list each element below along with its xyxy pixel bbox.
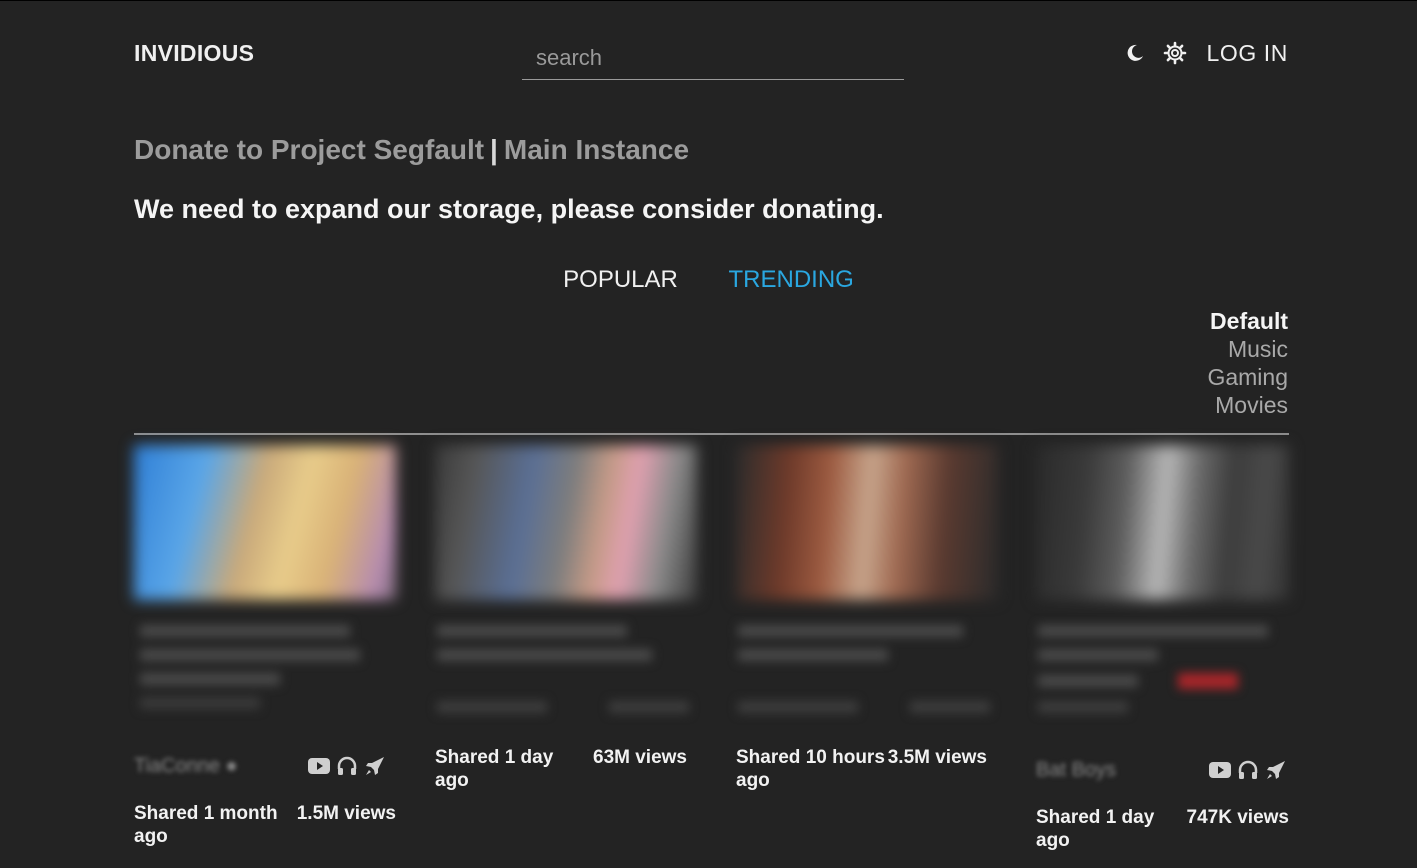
video-thumbnail[interactable] [1036,445,1289,600]
video-thumbnail[interactable] [134,445,396,600]
donate-link[interactable]: Donate to Project Segfault [134,134,484,165]
rocket-icon[interactable] [1263,757,1289,783]
main-instance-link[interactable]: Main Instance [504,134,689,165]
search-input[interactable] [522,36,904,80]
video-title-blurred [437,625,689,713]
video-shared-time: Shared 1 month ago [134,803,278,847]
donation-message: We need to expand our storage, please co… [134,194,884,224]
category-music[interactable]: Music [1207,335,1288,363]
headphones-icon[interactable] [334,753,360,779]
channel-name-blurred[interactable]: TiaConne ● [134,755,238,778]
video-card[interactable]: Shared 10 hours ago 3.5M views [736,445,998,791]
gear-icon[interactable] [1162,38,1188,68]
channel-row: Bat Boys [1036,757,1289,783]
channel-row: TiaConne ● [134,753,388,779]
category-default[interactable]: Default [1207,307,1288,335]
video-card[interactable]: TiaConne ● Shared 1 month ago 1.5M views [134,445,396,847]
video-views: 1.5M views [296,803,396,824]
headphones-icon[interactable] [1235,757,1261,783]
feed-tabs: POPULAR TRENDING [0,266,1417,294]
tab-popular[interactable]: POPULAR [563,266,678,293]
separator: | [490,134,498,165]
moon-icon[interactable] [1122,38,1148,68]
video-shared-time: Shared 1 day ago [1036,807,1155,851]
brand-logo[interactable]: INVIDIOUS [134,40,254,67]
top-border [0,0,1417,1]
rocket-icon[interactable] [362,753,388,779]
video-views: 3.5M views [887,747,987,768]
video-title-blurred [1038,625,1278,713]
header-actions: LOG IN [1122,38,1288,68]
video-views: 63M views [593,747,687,768]
video-card[interactable]: Shared 1 day ago 63M views [435,445,697,791]
channel-name-blurred[interactable]: Bat Boys [1036,759,1116,782]
login-link[interactable]: LOG IN [1206,40,1288,67]
channel-icons [304,753,388,779]
trending-categories: Default Music Gaming Movies [1207,307,1288,419]
video-shared-time: Shared 1 day ago [435,747,554,791]
divider [134,433,1289,435]
youtube-icon[interactable] [306,753,332,779]
video-views: 747K views [1186,807,1289,828]
video-title-blurred [140,625,360,709]
video-thumbnail[interactable] [736,445,998,600]
video-shared-time: Shared 10 hours ago [736,747,885,791]
youtube-icon[interactable] [1207,757,1233,783]
channel-icons [1205,757,1289,783]
video-title-blurred [738,625,990,713]
category-gaming[interactable]: Gaming [1207,363,1288,391]
page: INVIDIOUS LOG IN Donate to Projec [0,0,1417,868]
category-movies[interactable]: Movies [1207,391,1288,419]
video-thumbnail[interactable] [435,445,697,600]
donation-links: Donate to Project Segfault | Main Instance [134,134,689,166]
tab-trending[interactable]: TRENDING [729,266,854,293]
video-card[interactable]: Bat Boys Shared 1 day ago 747K views [1036,445,1289,851]
